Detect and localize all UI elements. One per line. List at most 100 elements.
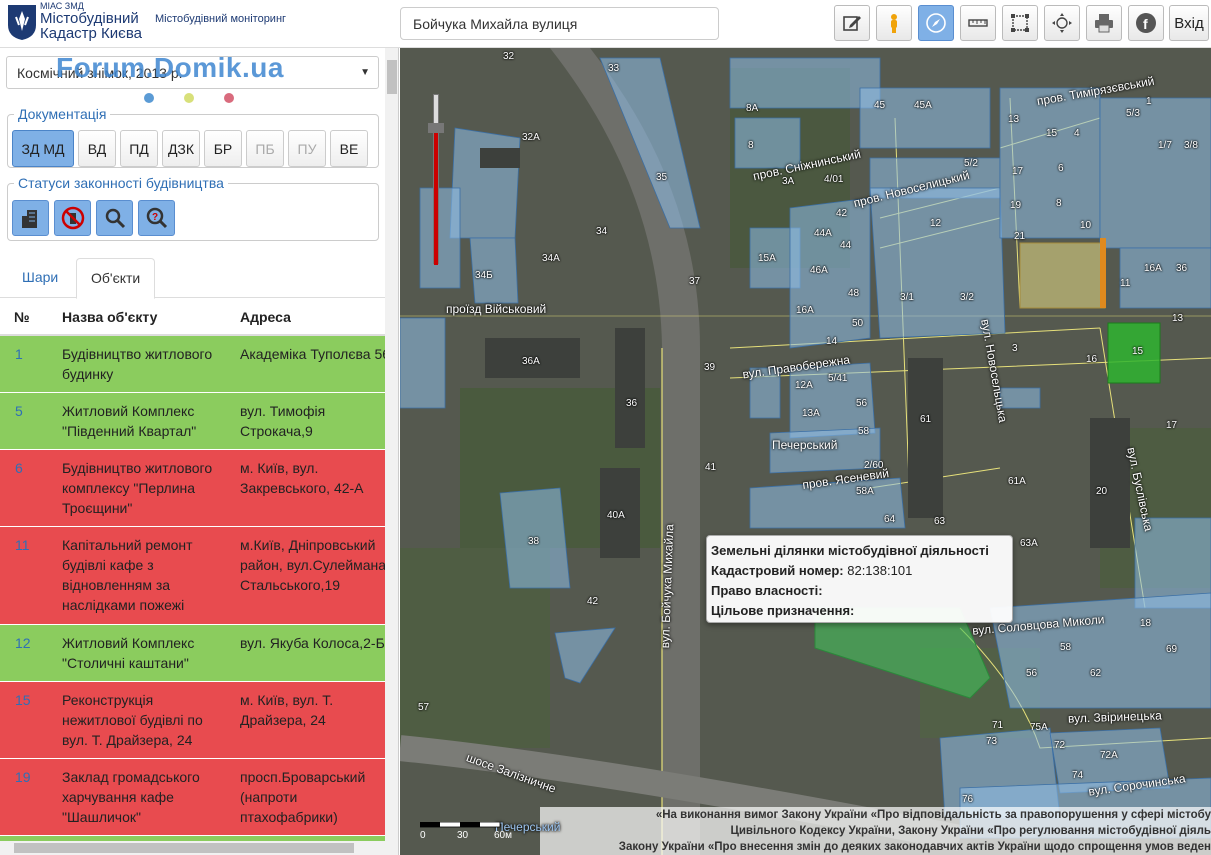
carousel-dots [144,90,264,106]
legal-notice-line: «На виконання вимог Закону України «Про … [655,809,1211,821]
scrollbar-thumb[interactable] [14,843,354,853]
street-view-button[interactable] [876,5,912,41]
address-search-input[interactable] [400,7,719,40]
parcel-label: 58 [1060,642,1072,653]
print-button[interactable] [1086,5,1122,41]
doc-button-vd[interactable]: ВД [78,130,116,167]
doc-button-br[interactable]: БР [204,130,242,167]
row-number[interactable]: 6 [15,458,23,478]
objects-table-header: № Назва об'єкту Адреса [0,300,385,336]
doc-button-ve[interactable]: ВЕ [330,130,368,167]
brand-line1: Містобудівний [40,10,139,27]
horizontal-scrollbar[interactable] [0,841,385,855]
measure-area-button[interactable] [1002,5,1038,41]
row-number[interactable]: 1 [15,344,23,364]
parcel-label: 48 [848,288,860,299]
table-row[interactable]: 19 Заклад громадського харчування кафе "… [0,759,385,836]
login-button[interactable]: Вхід [1169,5,1209,41]
table-row[interactable]: 15 Реконструкція нежитлової будівлі по в… [0,682,385,759]
row-address: м.Київ, Дніпровський район, вул.Сулейман… [240,537,385,593]
parcel-label: 76 [962,794,974,805]
zoom-slider-knob[interactable] [428,123,444,133]
parcel-label: 8 [748,140,754,151]
parcel-label: 17 [1012,166,1024,177]
panel-tabs: Шари Об'єкти [0,258,385,299]
legal-building-button[interactable] [12,200,49,236]
row-number[interactable]: 5 [15,401,23,421]
parcel-label: 10 [1080,220,1092,231]
compass-button[interactable] [918,5,954,41]
inspection-button[interactable] [96,200,133,236]
parcel-label: 34 [596,226,608,237]
compass-icon [926,13,946,33]
row-name: Капітальний ремонт будівлі кафе з віднов… [62,537,193,613]
parcel-label: 63А [1020,538,1038,549]
parcel-label: 3/8 [1184,140,1198,151]
unknown-status-button[interactable]: ? [138,200,175,236]
vertical-scrollbar[interactable] [385,48,398,855]
illegal-building-button[interactable] [54,200,91,236]
doc-button-pb[interactable]: ПБ [246,130,284,167]
row-number[interactable]: 15 [15,690,31,710]
table-row[interactable]: 12 Житловий Комплекс "Столичні каштани" … [0,625,385,682]
parcel-label: 50 [852,318,864,329]
table-row[interactable]: 1 Будівництво житлового будинку Академік… [0,336,385,393]
no-building-icon [61,206,84,230]
scrollbar-thumb[interactable] [387,60,397,94]
parcel-label: 45 [874,100,886,111]
doc-button-pd[interactable]: ПД [120,130,158,167]
zoom-slider-fill [434,130,438,265]
doc-button-dzk[interactable]: ДЗК [162,130,200,167]
table-row[interactable]: 11 Капітальний ремонт будівлі кафе з від… [0,527,385,625]
tab-layers[interactable]: Шари [8,258,72,298]
parcel-label: 45А [914,100,932,111]
parcel-label: 1 [1146,96,1152,107]
print-icon [1095,14,1113,33]
parcel-label: 72 [1054,740,1066,751]
objects-table-body: 1 Будівництво житлового будинку Академік… [0,336,385,855]
parcel-label: 69 [1166,644,1178,655]
table-row[interactable]: 5 Житловий Комплекс "Південний Квартал" … [0,393,385,450]
doc-button-pu[interactable]: ПУ [288,130,326,167]
measure-line-button[interactable] [960,5,996,41]
monitoring-link[interactable]: Містобудівний моніторинг [155,13,286,25]
parcel-label: 39 [704,362,716,373]
pan-button[interactable] [1044,5,1080,41]
row-number[interactable]: 11 [15,535,30,555]
parcel-label: 15А [758,253,776,264]
parcel-label: 5/2 [964,158,978,169]
scale-label: 30 [457,830,469,841]
row-name: Житловий Комплекс "Південний Квартал" [62,403,197,439]
popup-title: Земельні ділянки містобудівної діяльност… [711,543,989,558]
parcel-label: 36А [522,356,540,367]
popup-cadastral-value: 82:138:101 [847,563,913,578]
row-number[interactable]: 19 [15,767,31,787]
map-canvas[interactable]: проїзд Військовий вул. Бойчука Михайла в… [400,48,1211,855]
parcel-label: 32 [503,51,515,62]
tab-objects[interactable]: Об'єкти [76,258,156,299]
parcel-label: 40А [607,510,625,521]
edit-button[interactable] [834,5,870,41]
facebook-button[interactable]: f [1128,5,1164,41]
popup-purpose-label: Цільове призначення: [711,603,855,618]
parcel-label: 36 [1176,263,1188,274]
parcel-info-popup[interactable]: Земельні ділянки містобудівної діяльност… [706,535,1013,623]
parcel-label: 8А [746,103,759,114]
brand-line2: Кадастр Києва [40,25,142,42]
parcel-label: 56 [856,398,868,409]
parcel-label: 15 [1132,346,1144,357]
dot-blue[interactable] [144,93,154,103]
facebook-icon: f [1136,13,1156,33]
row-number[interactable]: 12 [15,633,31,653]
col-name-header: Назва об'єкту [62,309,158,325]
legality-status-legend: Статуси законності будівництва [18,175,224,191]
zoom-slider[interactable] [428,94,444,265]
dot-yellow[interactable] [184,93,194,103]
row-address: просп.Броварський (напроти птахофабрики) [240,769,366,825]
table-row[interactable]: 6 Будівництво житлового комплексу "Перли… [0,450,385,527]
doc-button-zd-md[interactable]: ЗД МД [12,130,74,167]
parcel-label: 4 [1074,128,1080,139]
row-name: Житловий Комплекс "Столичні каштани" [62,635,195,671]
dot-red[interactable] [224,93,234,103]
parcel-label: 58 [858,426,870,437]
